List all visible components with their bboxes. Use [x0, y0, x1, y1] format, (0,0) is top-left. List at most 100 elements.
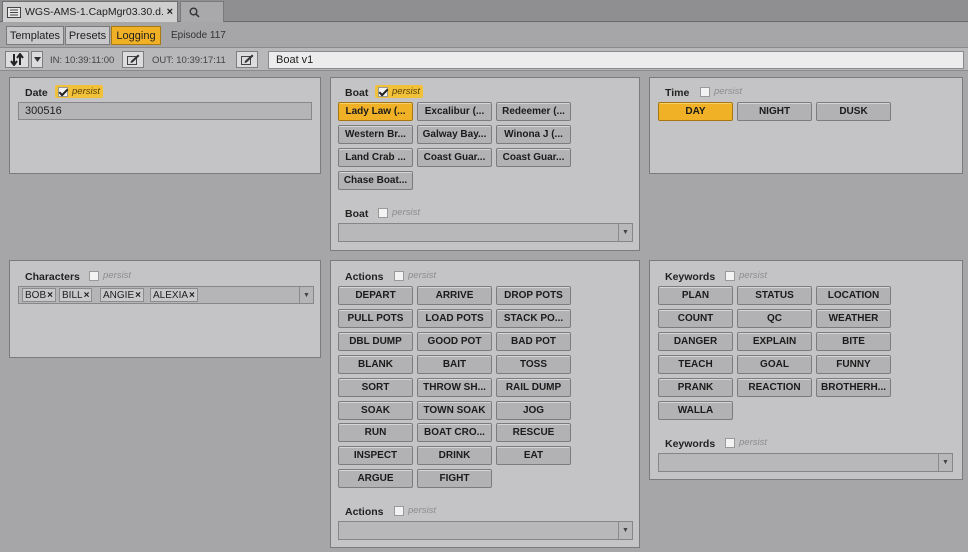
boat-option-button[interactable]: Lady Law (...: [338, 102, 413, 121]
action-button[interactable]: JOG: [496, 400, 571, 420]
action-button[interactable]: BAD POT: [496, 331, 571, 351]
clip-name-field[interactable]: Boat v1: [268, 51, 964, 69]
boat-dropdown[interactable]: ▼: [338, 223, 633, 242]
date-persist-toggle[interactable]: persist: [55, 85, 103, 98]
boat-dropdown-label: Boat: [345, 208, 369, 220]
boat-option-button[interactable]: Winona J (...: [496, 125, 571, 144]
edit-out-button[interactable]: [236, 51, 258, 68]
action-button[interactable]: GOOD POT: [417, 331, 492, 351]
boat-option-button[interactable]: Land Crab ...: [338, 148, 413, 167]
character-token[interactable]: BILL ×: [59, 288, 93, 302]
characters-panel: Characters persist BOB × BILL × ANGIE × ALE…: [9, 260, 321, 358]
action-button[interactable]: PULL POTS: [338, 308, 413, 328]
out-timecode: OUT: 10:39:17:11: [152, 55, 226, 66]
boat-option-button[interactable]: Redeemer (...: [496, 102, 571, 121]
character-token[interactable]: ALEXIA ×: [150, 288, 198, 302]
time-persist-toggle[interactable]: persist: [697, 85, 745, 98]
keywords-dropdown-persist-toggle[interactable]: persist: [722, 436, 770, 449]
characters-persist-toggle[interactable]: persist: [86, 269, 134, 282]
document-tab[interactable]: WGS-AMS-1.CapMgr03.30.d... ×: [2, 1, 178, 22]
search-icon: [189, 7, 200, 18]
boat-dropdown-persist-toggle[interactable]: persist: [375, 206, 423, 219]
action-button[interactable]: RESCUE: [496, 423, 571, 443]
time-option-button[interactable]: NIGHT: [737, 102, 812, 121]
keyword-button[interactable]: PRANK: [658, 377, 733, 397]
action-button[interactable]: STACK PO...: [496, 308, 571, 328]
swap-button[interactable]: [5, 51, 29, 68]
keyword-button[interactable]: WALLA: [658, 400, 733, 420]
keyword-button[interactable]: QC: [737, 308, 812, 328]
keyword-button[interactable]: DANGER: [658, 331, 733, 351]
action-button[interactable]: ARRIVE: [417, 286, 492, 305]
keyword-button[interactable]: REACTION: [737, 377, 812, 397]
keyword-button[interactable]: EXPLAIN: [737, 331, 812, 351]
action-button[interactable]: EAT: [496, 446, 571, 466]
boat-option-button[interactable]: Coast Guar...: [417, 148, 492, 167]
action-button[interactable]: FIGHT: [417, 469, 492, 489]
keyword-button[interactable]: COUNT: [658, 308, 733, 328]
keyword-button[interactable]: LOCATION: [816, 286, 891, 305]
boat-option-button[interactable]: Chase Boat...: [338, 171, 413, 190]
keyword-button[interactable]: STATUS: [737, 286, 812, 305]
chevron-down-icon[interactable]: ▼: [299, 287, 313, 303]
keyword-button[interactable]: BITE: [816, 331, 891, 351]
tab-templates[interactable]: Templates: [6, 26, 64, 45]
action-button[interactable]: BOAT CRO...: [417, 423, 492, 443]
persist-label: persist: [739, 437, 767, 448]
keywords-persist-toggle[interactable]: persist: [722, 269, 770, 282]
chevron-down-icon: ▼: [618, 224, 632, 241]
boat-persist-toggle[interactable]: persist: [375, 85, 423, 98]
time-panel: Time persist DAY NIGHT DUSK: [649, 77, 963, 174]
action-button[interactable]: ARGUE: [338, 469, 413, 489]
keywords-label: Keywords: [665, 271, 716, 283]
actions-persist-toggle[interactable]: persist: [391, 269, 439, 282]
character-token[interactable]: BOB ×: [22, 288, 56, 302]
boat-option-button[interactable]: Western Br...: [338, 125, 413, 144]
remove-token-icon[interactable]: ×: [47, 290, 53, 301]
keyword-button[interactable]: FUNNY: [816, 354, 891, 374]
time-option-button[interactable]: DAY: [658, 102, 733, 121]
character-token[interactable]: ANGIE ×: [100, 288, 144, 302]
action-button[interactable]: BAIT: [417, 354, 492, 374]
action-button[interactable]: RAIL DUMP: [496, 377, 571, 397]
action-button[interactable]: LOAD POTS: [417, 308, 492, 328]
boat-option-button[interactable]: Coast Guar...: [496, 148, 571, 167]
tab-presets[interactable]: Presets: [65, 26, 110, 45]
time-option-button[interactable]: DUSK: [816, 102, 891, 121]
keywords-dropdown[interactable]: ▼: [658, 453, 953, 472]
close-icon[interactable]: ×: [167, 6, 173, 18]
action-button[interactable]: SOAK: [338, 400, 413, 420]
keyword-button[interactable]: BROTHERH...: [816, 377, 891, 397]
swap-menu-button[interactable]: [31, 51, 43, 68]
keyword-button[interactable]: PLAN: [658, 286, 733, 305]
action-button[interactable]: SORT: [338, 377, 413, 397]
boat-option-button[interactable]: Excalibur (...: [417, 102, 492, 121]
search-tab[interactable]: [180, 1, 224, 22]
edit-icon: [126, 54, 139, 65]
action-button[interactable]: TOSS: [496, 354, 571, 374]
remove-token-icon[interactable]: ×: [84, 290, 90, 301]
boat-option-button[interactable]: Galway Bay...: [417, 125, 492, 144]
toolbar: IN: 10:39:11:00 OUT: 10:39:17:11 Boat v1: [0, 47, 968, 71]
edit-in-button[interactable]: [122, 51, 144, 68]
remove-token-icon[interactable]: ×: [135, 290, 141, 301]
keyword-button[interactable]: GOAL: [737, 354, 812, 374]
action-button[interactable]: BLANK: [338, 354, 413, 374]
actions-dropdown-persist-toggle[interactable]: persist: [391, 504, 439, 517]
tab-logging[interactable]: Logging: [111, 26, 161, 45]
keywords-dropdown-label: Keywords: [665, 438, 716, 450]
action-button[interactable]: THROW SH...: [417, 377, 492, 397]
action-button[interactable]: RUN: [338, 423, 413, 443]
action-button[interactable]: DBL DUMP: [338, 331, 413, 351]
characters-token-field[interactable]: BOB × BILL × ANGIE × ALEXIA × ▼: [18, 286, 314, 304]
action-button[interactable]: DROP POTS: [496, 286, 571, 305]
action-button[interactable]: DRINK: [417, 446, 492, 466]
keyword-button[interactable]: WEATHER: [816, 308, 891, 328]
actions-dropdown[interactable]: ▼: [338, 521, 633, 540]
date-input[interactable]: 300516: [18, 102, 312, 120]
keyword-button[interactable]: TEACH: [658, 354, 733, 374]
action-button[interactable]: INSPECT: [338, 446, 413, 466]
action-button[interactable]: TOWN SOAK: [417, 400, 492, 420]
action-button[interactable]: DEPART: [338, 286, 413, 305]
remove-token-icon[interactable]: ×: [189, 290, 195, 301]
